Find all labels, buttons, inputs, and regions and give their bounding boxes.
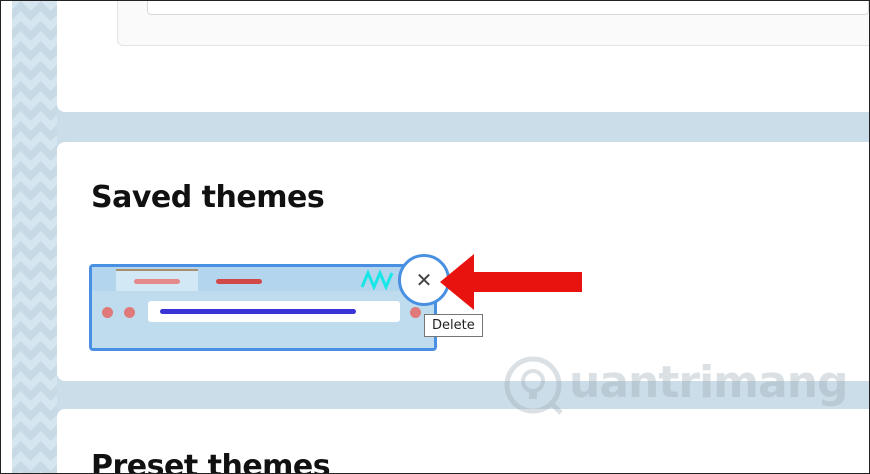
thumbnail-url-bar (148, 301, 400, 322)
saved-themes-card: Saved themes ✕ Delete (57, 142, 869, 381)
close-icon: ✕ (415, 268, 433, 292)
preset-themes-heading: Preset themes (91, 449, 331, 474)
previous-settings-card (57, 1, 869, 112)
watermark-logo-icon (504, 356, 563, 415)
thumbnail-zigzag-icon (360, 269, 394, 291)
saved-theme-thumbnail[interactable] (89, 264, 437, 351)
saved-themes-heading: Saved themes (91, 180, 325, 215)
thumbnail-nav-dot (102, 307, 113, 318)
previous-settings-input[interactable] (147, 1, 869, 15)
watermark: uantrimang (501, 351, 849, 421)
delete-tooltip: Delete (424, 314, 483, 337)
thumbnail-tab-label (134, 279, 180, 284)
thumbnail-url-text (160, 309, 356, 314)
thumbnail-tab-label (216, 279, 262, 284)
thumbnail-nav-dot (410, 307, 421, 318)
page-frame: Saved themes ✕ Delete Preset themes uant… (0, 0, 870, 474)
watermark-text: uantrimang (569, 357, 849, 408)
red-arrow-annotation (440, 254, 582, 310)
thumbnail-nav-dot (124, 307, 135, 318)
window-edge (1, 1, 12, 473)
